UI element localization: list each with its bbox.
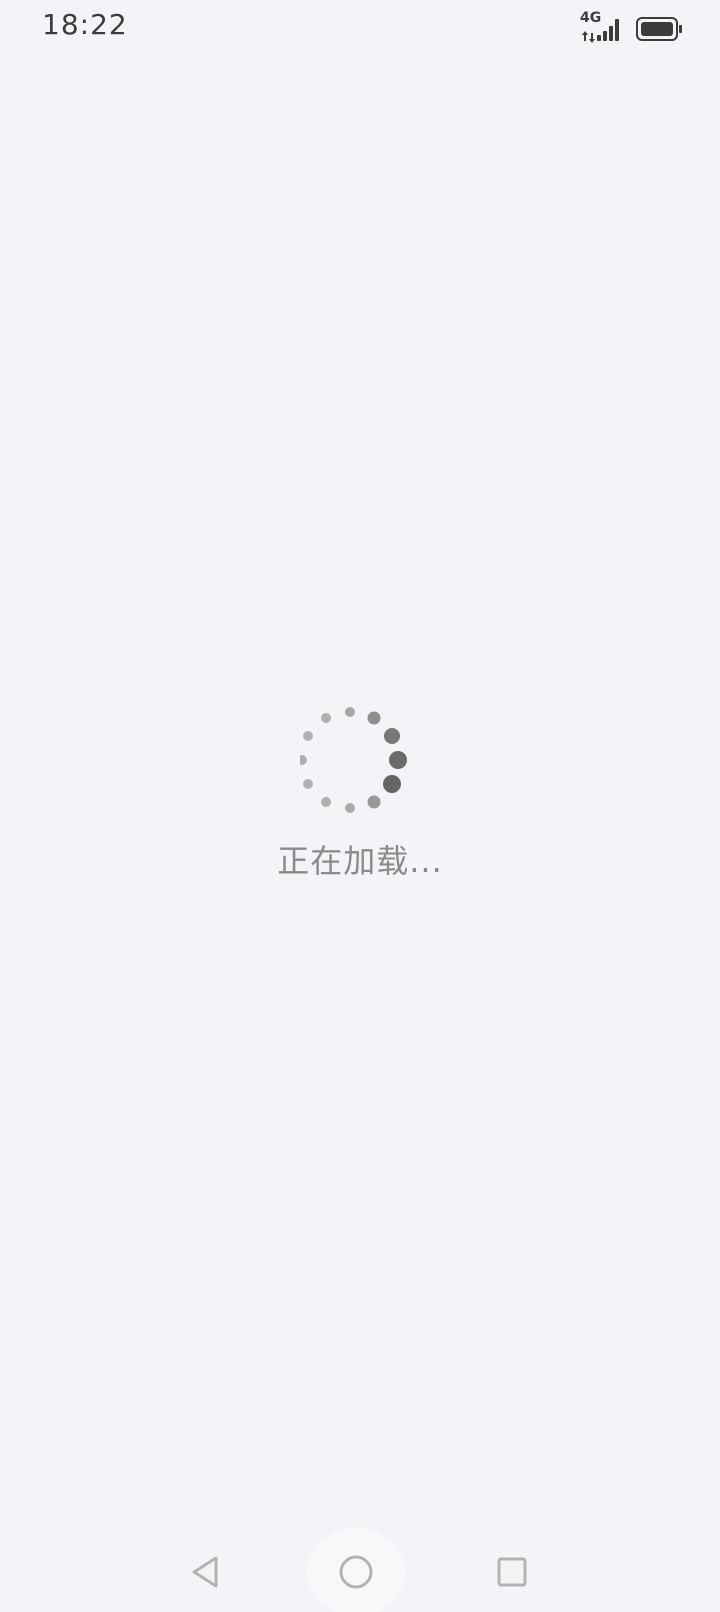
navigation-bar — [0, 1520, 720, 1612]
status-time: 18:22 — [42, 8, 128, 41]
battery-icon — [636, 17, 682, 41]
recent-square-icon — [497, 1557, 527, 1587]
recent-apps-button[interactable] — [462, 1528, 562, 1612]
loading-area: 正在加载... — [0, 700, 720, 900]
status-bar: 18:22 4G — [0, 0, 720, 56]
home-circle-icon — [339, 1555, 373, 1589]
home-button[interactable] — [306, 1528, 406, 1612]
back-button[interactable] — [156, 1528, 256, 1612]
signal-bars-icon: 4G — [580, 11, 624, 45]
loading-text: 正在加载... — [277, 842, 443, 880]
back-triangle-icon — [192, 1556, 218, 1588]
loading-spinner-icon — [297, 700, 420, 820]
status-icons: 4G — [580, 10, 682, 46]
